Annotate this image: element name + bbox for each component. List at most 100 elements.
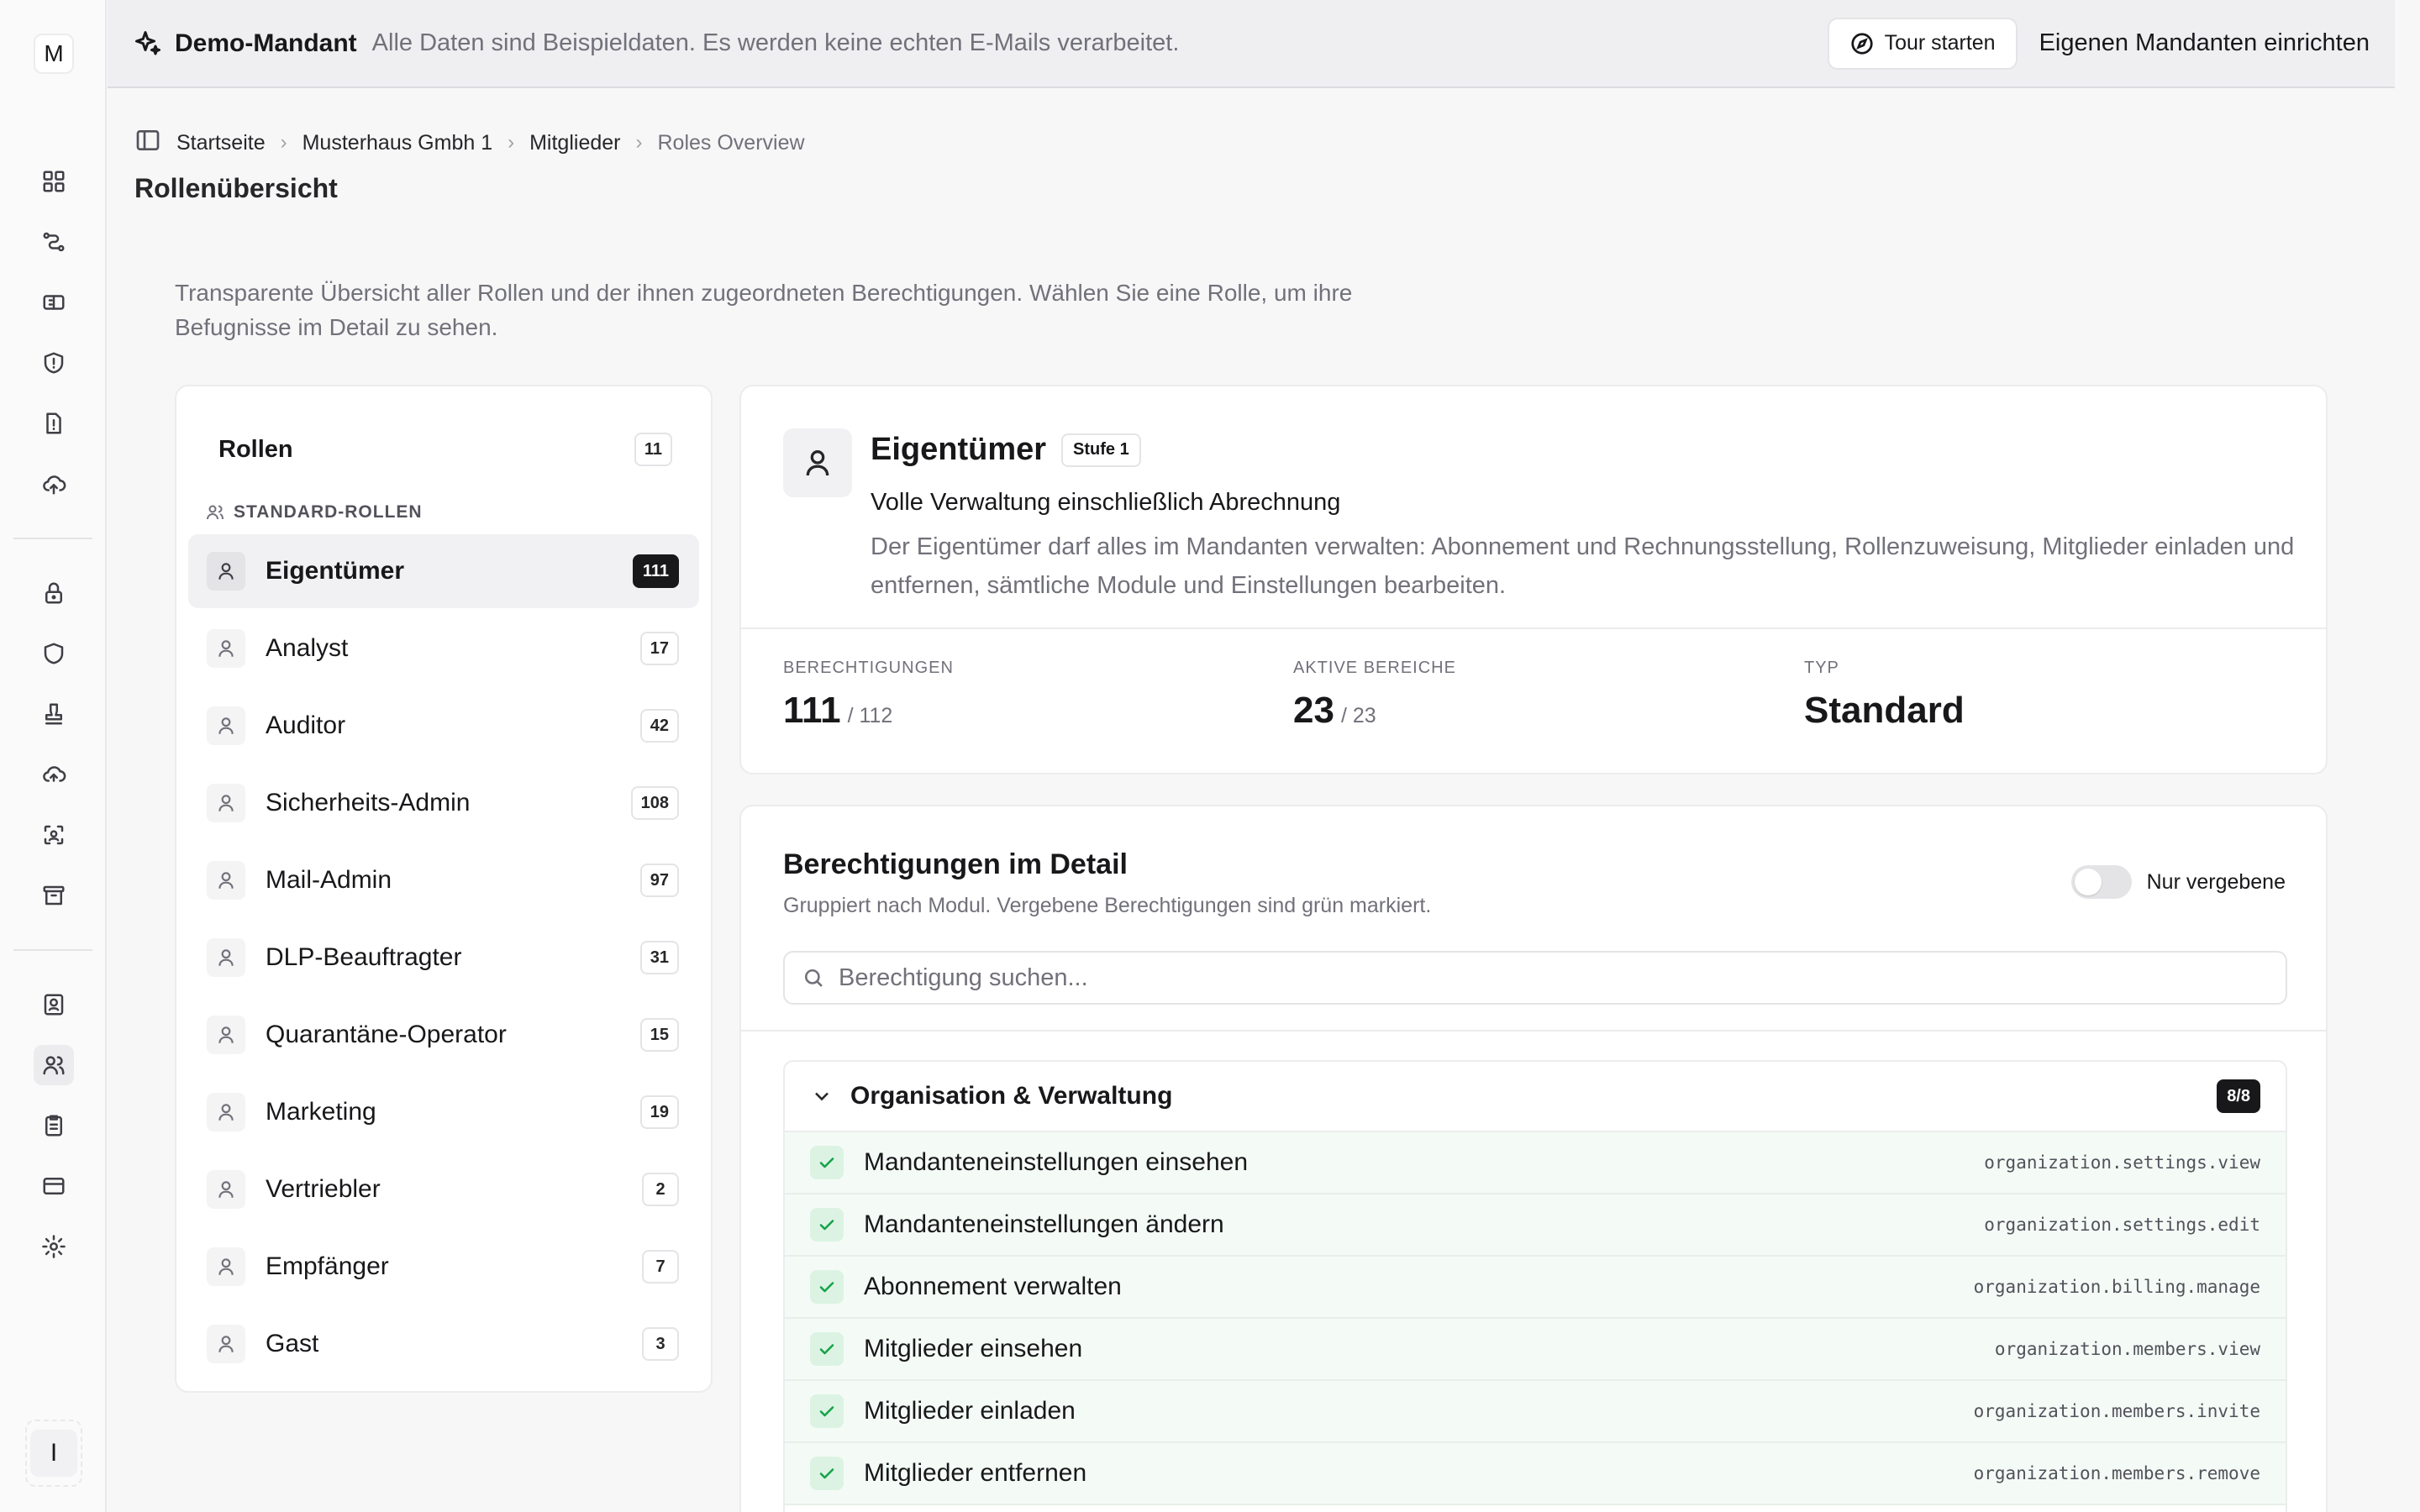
scan-icon[interactable] <box>34 815 74 855</box>
role-item[interactable]: Mail-Admin 97 <box>188 843 699 917</box>
file-warning-icon[interactable] <box>34 403 74 444</box>
stat-type: TYP Standard <box>1804 659 1965 732</box>
permission-name: Abonnement verwalten <box>864 1273 1122 1300</box>
role-item[interactable]: Auditor 42 <box>188 689 699 763</box>
breadcrumb-tenant[interactable]: Musterhaus Gmbh 1 <box>302 131 493 155</box>
lock-icon[interactable] <box>34 573 74 613</box>
contact-card-icon[interactable] <box>34 984 74 1025</box>
permission-search <box>783 951 2287 1005</box>
clipboard-icon[interactable] <box>34 1105 74 1146</box>
chevron-right-icon: › <box>508 131 515 154</box>
settings-icon[interactable] <box>34 1226 74 1267</box>
role-permission-count: 15 <box>639 1018 679 1052</box>
role-item[interactable]: Marketing 19 <box>188 1075 699 1149</box>
role-item[interactable]: Vertriebler 2 <box>188 1152 699 1226</box>
shield-icon[interactable] <box>34 633 74 674</box>
breadcrumb-members[interactable]: Mitglieder <box>529 131 620 155</box>
credit-card-icon[interactable] <box>34 1166 74 1206</box>
page-title: Rollenübersicht <box>134 173 338 203</box>
stat-permissions: BERECHTIGUNGEN 111/ 112 <box>783 659 954 732</box>
user-icon <box>207 1325 245 1363</box>
user-icon <box>207 784 245 822</box>
cloud-upload-icon[interactable] <box>34 464 74 504</box>
roles-group-text: STANDARD-ROLLEN <box>234 502 423 522</box>
sidebar-divider <box>13 538 92 539</box>
stat-label: TYP <box>1804 659 1839 677</box>
users-icon <box>207 505 224 520</box>
tenant-logo[interactable]: M <box>34 34 74 74</box>
role-item[interactable]: DLP-Beauftragter 31 <box>188 921 699 995</box>
role-item[interactable]: Empfänger 7 <box>188 1230 699 1304</box>
permission-key: organization.members.remove <box>1973 1463 2260 1483</box>
only-granted-toggle[interactable] <box>2070 865 2132 899</box>
check-icon <box>810 1208 844 1242</box>
search-icon <box>804 969 823 987</box>
ticket-icon[interactable] <box>34 282 74 323</box>
tour-start-label: Tour starten <box>1884 31 1996 55</box>
cloud-sync-icon[interactable] <box>34 754 74 795</box>
user-icon <box>207 552 245 591</box>
permissions-card: Berechtigungen im Detail Gruppiert nach … <box>739 805 2328 1512</box>
role-name: Marketing <box>266 1098 376 1126</box>
check-icon <box>810 1270 844 1304</box>
breadcrumb-home[interactable]: Startseite <box>176 131 266 155</box>
permission-search-input[interactable] <box>839 963 2269 992</box>
user-initial: I <box>30 1430 77 1477</box>
role-name: Mail-Admin <box>266 866 392 894</box>
role-item[interactable]: Eigentümer 111 <box>188 534 699 608</box>
sidebar: M I <box>0 0 107 1512</box>
role-permission-count: 97 <box>639 864 679 897</box>
user-icon <box>806 450 829 476</box>
user-icon <box>207 938 245 977</box>
stat-label: BERECHTIGUNGEN <box>783 659 954 677</box>
page-intro: Transparente Übersicht aller Rollen und … <box>175 280 1353 340</box>
tour-start-button[interactable]: Tour starten <box>1827 17 2018 70</box>
user-menu[interactable]: I <box>25 1420 82 1487</box>
role-item[interactable]: Quarantäne-Operator 15 <box>188 998 699 1072</box>
banner-text: Alle Daten sind Beispieldaten. Es werden… <box>371 29 1180 56</box>
check-icon <box>810 1394 844 1428</box>
permission-group-header[interactable]: Organisation & Verwaltung 8/8 <box>785 1062 2286 1132</box>
role-item[interactable]: Analyst 17 <box>188 612 699 685</box>
chevron-down-icon <box>815 1092 829 1101</box>
permissions-title: Berechtigungen im Detail <box>783 848 1128 880</box>
workflow-icon[interactable] <box>34 222 74 262</box>
role-name: Auditor <box>266 711 346 739</box>
only-granted-label[interactable]: Nur vergebene <box>2147 870 2286 895</box>
permission-key: organization.billing.manage <box>1973 1277 2260 1297</box>
shield-alert-icon[interactable] <box>34 343 74 383</box>
role-name: Eigentümer <box>266 557 405 585</box>
role-permission-count: 2 <box>642 1173 679 1206</box>
stat-areas: AKTIVE BEREICHE 23/ 23 <box>1293 659 1456 732</box>
role-item[interactable]: Sicherheits-Admin 108 <box>188 766 699 840</box>
users-icon[interactable] <box>34 1045 74 1085</box>
role-subtitle: Volle Verwaltung einschließlich Abrechnu… <box>871 489 1341 516</box>
role-title: Eigentümer <box>871 432 1047 467</box>
role-description: Der Eigentümer darf alles im Mandanten v… <box>871 533 2295 599</box>
user-icon <box>207 706 245 745</box>
role-name: Analyst <box>266 634 349 662</box>
divider <box>741 627 2326 629</box>
own-tenant-button[interactable]: Eigenen Mandanten einrichten <box>2039 29 2370 57</box>
role-title-row: Eigentümer Stufe 1 <box>871 432 1141 468</box>
archive-icon[interactable] <box>34 875 74 916</box>
permission-row: Mitglieder einladen organization.members.… <box>785 1381 2286 1443</box>
permission-row: Mandanteneinstellungen einsehen organizat… <box>785 1132 2286 1194</box>
compass-icon <box>1850 32 1873 55</box>
sidebar-toggle-icon[interactable] <box>134 127 161 160</box>
role-name: Gast <box>266 1330 319 1357</box>
stamp-icon[interactable] <box>34 694 74 734</box>
role-avatar <box>783 428 852 497</box>
permission-key: organization.settings.view <box>1984 1152 2260 1173</box>
user-icon <box>207 1247 245 1286</box>
permission-rows: Mandanteneinstellungen einsehen organizat… <box>785 1132 2286 1505</box>
breadcrumb: Startseite › Musterhaus Gmbh 1 › Mitglie… <box>134 126 805 160</box>
role-permission-count: 108 <box>630 786 679 820</box>
dashboard-icon[interactable] <box>34 161 74 202</box>
role-name: Quarantäne-Operator <box>266 1021 507 1048</box>
role-item[interactable]: Gast 3 <box>188 1307 699 1381</box>
permission-key: organization.members.view <box>1994 1339 2260 1359</box>
permission-row: Mandanteneinstellungen ändern organizatio… <box>785 1194 2286 1257</box>
stat-value: Standard <box>1804 690 1965 731</box>
roles-group-label: STANDARD-ROLLEN <box>205 502 423 522</box>
